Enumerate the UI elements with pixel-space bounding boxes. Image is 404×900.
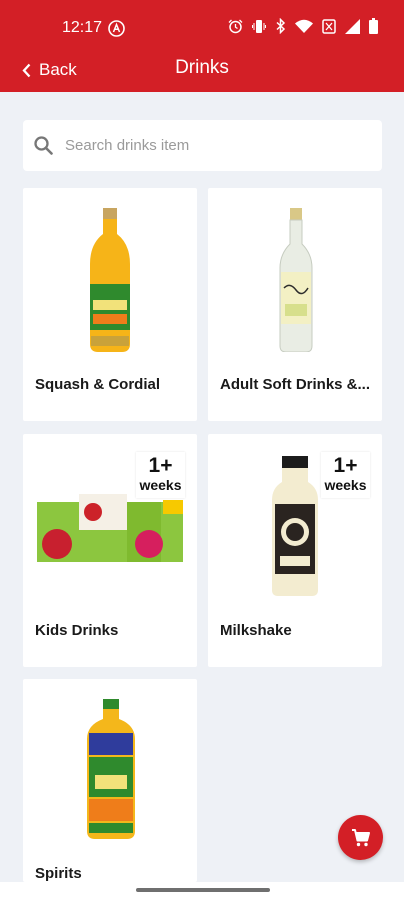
adult-soft-drink-bottle-image bbox=[279, 208, 313, 352]
badge-number: 1+ bbox=[148, 454, 173, 477]
badge-unit: weeks bbox=[139, 477, 182, 493]
alarm-icon bbox=[228, 19, 243, 33]
bluetooth-icon bbox=[276, 18, 286, 34]
signal-icon bbox=[345, 18, 360, 34]
spirits-bottle-image bbox=[87, 699, 135, 839]
page-title: Drinks bbox=[175, 57, 229, 78]
category-card-squash-cordial[interactable]: Squash & Cordial bbox=[23, 188, 197, 421]
badge-unit: weeks bbox=[324, 477, 367, 493]
wifi-icon bbox=[295, 19, 313, 33]
duration-badge: 1+ weeks bbox=[136, 452, 185, 498]
badge-number: 1+ bbox=[333, 454, 358, 477]
search-icon bbox=[34, 136, 53, 155]
battery-icon bbox=[369, 18, 378, 34]
vibrate-icon bbox=[252, 19, 266, 33]
category-label: Kids Drinks bbox=[35, 622, 119, 639]
category-card-spirits[interactable]: Spirits bbox=[23, 679, 197, 882]
milkshake-bottle-image bbox=[272, 456, 318, 596]
shopping-cart-icon bbox=[351, 828, 370, 846]
duration-badge: 1+ weeks bbox=[321, 452, 370, 498]
category-card-milkshake[interactable]: 1+ weeks Milkshake bbox=[208, 434, 382, 667]
squash-bottle-image bbox=[90, 208, 130, 352]
gesture-navigation-bar bbox=[0, 882, 404, 900]
category-card-kids-drinks[interactable]: 1+ weeks Kids Drinks bbox=[23, 434, 197, 667]
status-time: 12:17 bbox=[62, 19, 103, 36]
home-indicator[interactable] bbox=[136, 888, 270, 892]
status-bar: 12:17 bbox=[0, 0, 404, 48]
search-placeholder: Search drinks item bbox=[65, 137, 190, 154]
category-label: Squash & Cordial bbox=[35, 376, 161, 393]
category-label: Adult Soft Drinks &... bbox=[220, 376, 370, 393]
category-card-adult-soft-drinks[interactable]: Adult Soft Drinks &... bbox=[208, 188, 382, 421]
category-label: Milkshake bbox=[220, 622, 292, 639]
cart-button[interactable] bbox=[338, 815, 383, 860]
category-label: Spirits bbox=[35, 865, 82, 882]
status-icons bbox=[228, 18, 378, 34]
app-bar: Back Drinks bbox=[0, 48, 404, 92]
kids-drinks-pack-image bbox=[37, 494, 183, 562]
data-saver-icon bbox=[322, 18, 336, 34]
app-notification-icon bbox=[108, 20, 125, 37]
search-input[interactable]: Search drinks item bbox=[23, 120, 382, 171]
